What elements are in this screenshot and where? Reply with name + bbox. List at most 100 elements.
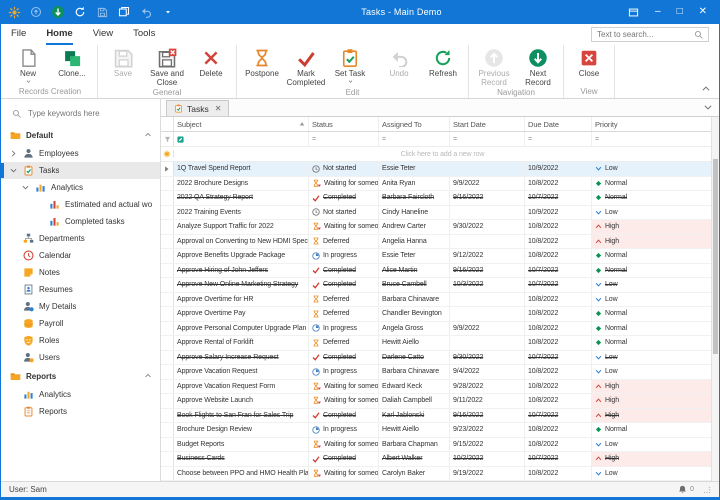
column-header-status[interactable]: Status bbox=[309, 117, 379, 131]
cell-start-date[interactable]: 9/28/2022 bbox=[450, 380, 525, 394]
chevron-down-icon[interactable] bbox=[703, 102, 713, 112]
cell-status[interactable]: In progress bbox=[309, 249, 379, 263]
cell-assigned-to[interactable]: Albert Walker bbox=[379, 452, 450, 466]
cell-assigned-to[interactable]: Darlene Catto bbox=[379, 351, 450, 365]
cell-priority[interactable]: Normal bbox=[592, 249, 711, 263]
cell-status[interactable]: In progress bbox=[309, 322, 379, 336]
cell-start-date[interactable]: 9/11/2022 bbox=[450, 394, 525, 408]
tab-tasks[interactable]: Tasks ✕ bbox=[166, 100, 229, 116]
filter-cell-status[interactable]: = bbox=[309, 132, 379, 146]
cell-start-date[interactable]: 9/19/2022 bbox=[450, 467, 525, 481]
cell-due-date[interactable]: 10/8/2022 bbox=[525, 235, 592, 249]
cell-assigned-to[interactable]: Cindy Haneline bbox=[379, 206, 450, 220]
previous-record-button[interactable]: Previous Record bbox=[472, 46, 516, 87]
cell-assigned-to[interactable]: Daliah Campbell bbox=[379, 394, 450, 408]
cell-subject[interactable]: Business Cards bbox=[174, 452, 309, 466]
table-row[interactable]: Approve Overtime for HR Deferred Barbara… bbox=[161, 293, 711, 308]
cell-priority[interactable]: Low bbox=[592, 438, 711, 452]
cell-status[interactable]: Deferred bbox=[309, 336, 379, 350]
cell-priority[interactable]: Normal bbox=[592, 336, 711, 350]
cell-subject[interactable]: Approve Rental of Forklift bbox=[174, 336, 309, 350]
cell-assigned-to[interactable]: Hewitt Aiello bbox=[379, 423, 450, 437]
tree-down-icon[interactable] bbox=[21, 184, 29, 191]
cell-priority[interactable]: Low bbox=[592, 206, 711, 220]
cell-subject[interactable]: Approve Overtime Pay bbox=[174, 307, 309, 321]
undo-button[interactable]: Undo bbox=[377, 46, 421, 78]
table-row[interactable]: Approval on Converting to New HDMI Speci… bbox=[161, 235, 711, 250]
refresh-button[interactable]: Refresh bbox=[421, 46, 465, 78]
filter-cell-subject[interactable] bbox=[174, 132, 309, 146]
sidebar-section-reports[interactable]: Reports bbox=[1, 366, 160, 386]
ribbon-tab-home[interactable]: Home bbox=[46, 24, 72, 45]
cell-status[interactable]: Completed bbox=[309, 191, 379, 205]
cell-assigned-to[interactable]: Angelia Hanna bbox=[379, 235, 450, 249]
cell-status[interactable]: Waiting for someone else bbox=[309, 394, 379, 408]
table-row[interactable]: Approve Salary Increase Request Complete… bbox=[161, 351, 711, 366]
cell-priority[interactable]: Low bbox=[592, 351, 711, 365]
cell-status[interactable]: Not started bbox=[309, 162, 379, 176]
ribbon-search-box[interactable] bbox=[591, 27, 709, 42]
resize-grip-icon[interactable] bbox=[703, 486, 711, 494]
cell-assigned-to[interactable]: Essie Teter bbox=[379, 249, 450, 263]
cell-assigned-to[interactable]: Barbara Chapman bbox=[379, 438, 450, 452]
table-row[interactable]: Approve Hiring of John Jeffers Completed… bbox=[161, 264, 711, 279]
tree-right-icon[interactable] bbox=[9, 150, 17, 157]
cell-subject[interactable]: 2022 QA Strategy Report bbox=[174, 191, 309, 205]
cell-status[interactable]: Completed bbox=[309, 409, 379, 423]
cell-priority[interactable]: High bbox=[592, 394, 711, 408]
save-icon[interactable] bbox=[95, 5, 109, 19]
next-record-icon[interactable] bbox=[51, 5, 65, 19]
cell-subject[interactable]: Approve Website Launch bbox=[174, 394, 309, 408]
new-item-row[interactable]: Click here to add a new row bbox=[161, 147, 711, 162]
collapse-ribbon-icon[interactable] bbox=[701, 84, 711, 94]
cell-start-date[interactable]: 9/12/2022 bbox=[450, 249, 525, 263]
display-options-icon[interactable] bbox=[628, 7, 639, 18]
filter-cell-due[interactable]: = bbox=[525, 132, 592, 146]
table-row[interactable]: Approve Rental of Forklift Deferred Hewi… bbox=[161, 336, 711, 351]
refresh-icon[interactable] bbox=[73, 5, 87, 19]
cell-priority[interactable]: Low bbox=[592, 365, 711, 379]
clone-window-icon[interactable] bbox=[117, 5, 131, 19]
cell-due-date[interactable]: 10/7/2022 bbox=[525, 351, 592, 365]
cell-start-date[interactable] bbox=[450, 235, 525, 249]
sidebar-item-employees[interactable]: Employees bbox=[1, 145, 160, 162]
cell-priority[interactable]: Normal bbox=[592, 264, 711, 278]
cell-status[interactable]: Waiting for someone else bbox=[309, 380, 379, 394]
table-row[interactable]: Analyze Support Traffic for 2022 Waiting… bbox=[161, 220, 711, 235]
cell-subject[interactable]: Choose between PPO and HMO Health Plan bbox=[174, 467, 309, 481]
cell-status[interactable]: Completed bbox=[309, 452, 379, 466]
sidebar-item-analytics[interactable]: Analytics bbox=[1, 386, 160, 403]
cell-subject[interactable]: Approve Personal Computer Upgrade Plan bbox=[174, 322, 309, 336]
filter-cell-assigned[interactable]: = bbox=[379, 132, 450, 146]
cell-due-date[interactable]: 10/7/2022 bbox=[525, 452, 592, 466]
cell-priority[interactable]: High bbox=[592, 452, 711, 466]
cell-start-date[interactable]: 9/15/2022 bbox=[450, 438, 525, 452]
cell-subject[interactable]: Book Flights to San Fran for Sales Trip bbox=[174, 409, 309, 423]
new-button[interactable]: New bbox=[6, 46, 50, 84]
cell-priority[interactable]: Low bbox=[592, 162, 711, 176]
cell-status[interactable]: Waiting for someone else bbox=[309, 467, 379, 481]
cell-due-date[interactable]: 10/8/2022 bbox=[525, 438, 592, 452]
cell-assigned-to[interactable]: Anita Ryan bbox=[379, 177, 450, 191]
cell-assigned-to[interactable]: Bruce Cambell bbox=[379, 278, 450, 292]
cell-status[interactable]: Completed bbox=[309, 278, 379, 292]
cell-due-date[interactable]: 10/8/2022 bbox=[525, 177, 592, 191]
cell-subject[interactable]: 1Q Travel Spend Report bbox=[174, 162, 309, 176]
cell-start-date[interactable] bbox=[450, 307, 525, 321]
cell-priority[interactable]: High bbox=[592, 235, 711, 249]
table-row[interactable]: 2022 QA Strategy Report Completed Barbar… bbox=[161, 191, 711, 206]
cell-due-date[interactable]: 10/8/2022 bbox=[525, 394, 592, 408]
undo-icon[interactable] bbox=[139, 5, 153, 19]
cell-due-date[interactable]: 10/8/2022 bbox=[525, 307, 592, 321]
cell-due-date[interactable]: 10/8/2022 bbox=[525, 220, 592, 234]
cell-status[interactable]: Waiting for someone else bbox=[309, 220, 379, 234]
cell-priority[interactable]: Normal bbox=[592, 423, 711, 437]
sidebar-item-completed-tasks[interactable]: Completed tasks bbox=[1, 213, 160, 230]
cell-start-date[interactable] bbox=[450, 293, 525, 307]
table-row[interactable]: 2022 Training Events Not started Cindy H… bbox=[161, 206, 711, 221]
cell-due-date[interactable]: 10/8/2022 bbox=[525, 423, 592, 437]
cell-start-date[interactable]: 9/9/2022 bbox=[450, 322, 525, 336]
cell-status[interactable]: Deferred bbox=[309, 235, 379, 249]
cell-assigned-to[interactable]: Chandler Bevington bbox=[379, 307, 450, 321]
cell-due-date[interactable]: 10/8/2022 bbox=[525, 249, 592, 263]
